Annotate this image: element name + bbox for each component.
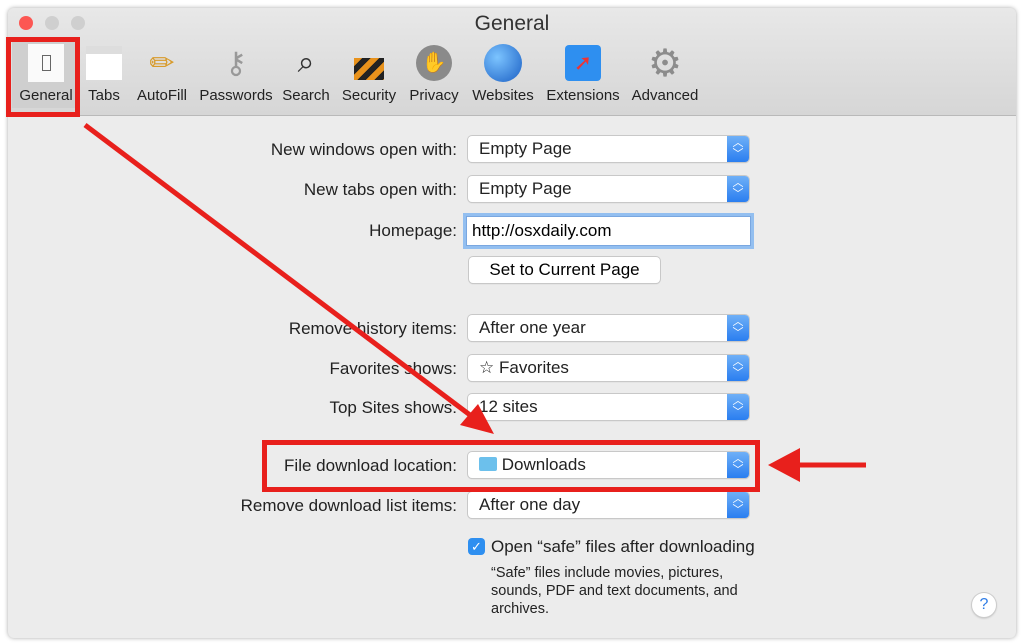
remove-downloads-select[interactable]: After one day ︿ ﹀ (468, 492, 749, 518)
remove-history-label: Remove history items: (288, 319, 457, 338)
tab-label: Extensions (546, 87, 620, 104)
stepper-icon: ︿ ﹀ (727, 176, 749, 202)
select-value: 12 sites (479, 397, 538, 416)
tab-autofill[interactable]: ✏ AutoFill (132, 42, 192, 108)
tab-label: Advanced (631, 87, 699, 104)
tab-search[interactable]: ⌕ Search (280, 42, 332, 108)
open-safe-note: “Safe” files include movies, pictures, s… (491, 565, 738, 617)
favorites-label: Favorites shows: (329, 359, 457, 378)
select-value: Empty Page (479, 179, 572, 198)
open-safe-checkbox[interactable]: ✓ (468, 538, 485, 555)
tab-label: Websites (472, 87, 534, 104)
tab-privacy[interactable]: ✋ Privacy (406, 42, 462, 108)
new-windows-label: New windows open with: (270, 140, 457, 159)
lock-icon (347, 42, 391, 84)
set-to-current-page-button[interactable]: Set to Current Page (469, 257, 660, 283)
globe-icon (481, 42, 525, 84)
homepage-input[interactable]: http://osxdaily.com (466, 216, 751, 246)
gear-icon: ⚙ (647, 42, 683, 85)
remove-history-select[interactable]: After one year ︿ ﹀ (468, 315, 749, 341)
select-value: Favorites (498, 358, 569, 377)
stepper-icon: ︿ ﹀ (727, 315, 749, 341)
tab-tabs[interactable]: Tabs (82, 42, 126, 108)
stepper-icon: ︿ ﹀ (727, 355, 749, 381)
new-windows-select[interactable]: Empty Page ︿ ﹀ (468, 136, 749, 162)
tab-extensions[interactable]: ➚ Extensions (542, 42, 624, 108)
favorites-row: Favorites shows: ☆ Favorites ︿ ﹀ (8, 355, 1016, 383)
tab-security[interactable]: Security (338, 42, 400, 108)
tab-label: Tabs (88, 87, 120, 104)
stepper-icon: ︿ ﹀ (727, 492, 749, 518)
tab-label: Security (341, 87, 397, 104)
remove-downloads-row: Remove download list items: After one day… (8, 492, 1016, 520)
tab-label: Privacy (409, 87, 459, 104)
tab-label: AutoFill (136, 87, 188, 104)
stepper-icon: ︿ ﹀ (727, 136, 749, 162)
top-sites-label: Top Sites shows: (329, 398, 457, 417)
homepage-row: Homepage: http://osxdaily.com (8, 216, 1016, 246)
toolbar: General General Tabs ✏ AutoFill ⚷ Password… (8, 8, 1016, 116)
tab-label: Search (282, 87, 330, 104)
stepper-icon: ︿ ﹀ (727, 394, 749, 420)
new-windows-row: New windows open with: Empty Page ︿ ﹀ (8, 136, 1016, 164)
help-button[interactable]: ? (972, 593, 996, 617)
set-current-row: Set to Current Page (8, 257, 1016, 285)
new-tabs-select[interactable]: Empty Page ︿ ﹀ (468, 176, 749, 202)
pencil-icon: ✏ (149, 46, 175, 80)
remove-downloads-label: Remove download list items: (240, 496, 457, 515)
key-icon: ⚷ (225, 46, 247, 80)
puzzle-compass-icon: ➚ (561, 42, 605, 84)
star-icon: ☆ (479, 358, 495, 377)
select-value: Empty Page (479, 139, 572, 158)
select-value: After one day (479, 495, 581, 514)
new-tabs-row: New tabs open with: Empty Page ︿ ﹀ (8, 176, 1016, 204)
open-safe-label[interactable]: Open “safe” files after downloading (491, 537, 755, 557)
select-value: After one year (479, 318, 586, 337)
favorites-select[interactable]: ☆ Favorites ︿ ﹀ (468, 355, 749, 381)
tabs-icon (82, 42, 126, 84)
top-sites-select[interactable]: 12 sites ︿ ﹀ (468, 394, 749, 420)
hand-icon: ✋ (412, 42, 456, 84)
remove-history-row: Remove history items: After one year ︿ ﹀ (8, 315, 1016, 343)
tab-passwords[interactable]: ⚷ Passwords (196, 42, 276, 108)
annotation-highlight-general (6, 37, 80, 117)
new-tabs-label: New tabs open with: (303, 180, 457, 199)
homepage-label: Homepage: (369, 221, 457, 240)
magnifier-icon: ⌕ (297, 46, 315, 79)
tab-label: Passwords (199, 87, 273, 104)
top-sites-row: Top Sites shows: 12 sites ︿ ﹀ (8, 394, 1016, 422)
window-title: General (474, 12, 550, 35)
preferences-window: General General Tabs ✏ AutoFill ⚷ Password… (8, 8, 1016, 638)
annotation-highlight-download (262, 440, 760, 492)
tab-advanced[interactable]: ⚙ Advanced (628, 42, 702, 108)
tab-websites[interactable]: Websites (468, 42, 538, 108)
